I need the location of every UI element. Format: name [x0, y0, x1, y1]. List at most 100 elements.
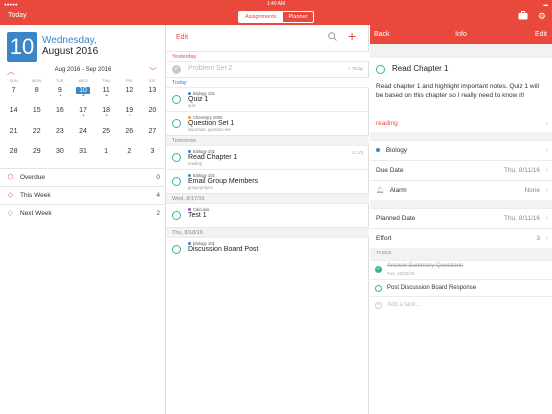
chevron-right-icon: ›: [545, 147, 548, 154]
tag-label: reading: [376, 120, 398, 127]
calendar-day[interactable]: 7: [2, 85, 25, 105]
calendar-day[interactable]: 31: [71, 146, 94, 166]
task-tags: reading: [188, 161, 202, 166]
calendar-day[interactable]: 24: [71, 126, 94, 146]
task-row[interactable]: Chemistry 2000 Question Set 1 important, q…: [166, 111, 369, 135]
summary-label: This Week: [20, 192, 51, 199]
section-header: Wed, 8/17/16: [166, 193, 369, 203]
task-meta: ✓ Today: [347, 66, 363, 71]
due-date-value: Thu, 8/11/16: [503, 167, 540, 174]
day-number: 14: [9, 107, 18, 115]
top-navbar: Today Assignments Planner ⚙: [0, 9, 552, 25]
task-row[interactable]: Biology 101 Email Group Members group-proj…: [166, 169, 369, 193]
weekday-header: SUN MON TUE WED THU FRI SAT: [0, 78, 166, 83]
day-number: 12: [125, 87, 134, 94]
day-number: 16: [55, 107, 64, 115]
calendar-day[interactable]: 27: [141, 126, 164, 146]
calendar-day[interactable]: 30: [48, 146, 71, 166]
next-week-icon: ◇: [7, 210, 14, 217]
calendar-day[interactable]: 26: [118, 126, 141, 146]
status-bar: ●●●●● 1:40 AM ▬: [0, 0, 552, 9]
chevron-right-icon: ›: [545, 187, 548, 194]
task-tag-row[interactable]: reading ›: [370, 116, 552, 132]
alarm-value: None: [524, 187, 540, 194]
calendar-day[interactable]: 12: [118, 85, 141, 105]
checkmark-icon[interactable]: ✓: [375, 266, 382, 273]
today-button[interactable]: Today: [8, 12, 27, 19]
summary-this-week[interactable]: ◇ This Week 4: [0, 186, 166, 204]
calendar-day[interactable]: 29: [25, 146, 48, 166]
complete-checkbox[interactable]: [376, 65, 385, 74]
week-icon: ◇: [7, 192, 14, 199]
chevron-right-icon: ›: [545, 120, 548, 127]
due-date-label: Due Date: [376, 167, 404, 174]
calendar-day[interactable]: 9 •: [48, 85, 71, 105]
subtask-checkbox[interactable]: [375, 285, 382, 292]
day-number: 2: [127, 148, 132, 156]
planned-date-label: Planned Date: [376, 215, 416, 222]
edit-button[interactable]: Edit: [176, 34, 188, 41]
day-number: 25: [102, 127, 111, 135]
day-number: 1: [104, 148, 109, 156]
calendar-day[interactable]: 15: [25, 105, 48, 125]
briefcase-icon[interactable]: [518, 11, 528, 22]
calendar-day[interactable]: 17 •: [71, 105, 94, 125]
alarm-row[interactable]: 🔔︎ Alarm None ›: [370, 180, 552, 200]
calendar-day[interactable]: 8: [25, 85, 48, 105]
calendar-day[interactable]: 28: [2, 146, 25, 166]
section-header: Tomorrow: [166, 135, 369, 145]
calendar-day[interactable]: 19 •: [118, 105, 141, 125]
task-checkbox[interactable]: [172, 153, 181, 162]
calendar-day[interactable]: 21: [2, 126, 25, 146]
day-number: 7: [11, 87, 16, 94]
calendar-day[interactable]: 18 •: [95, 105, 118, 125]
task-row[interactable]: ✓ Problem Set 2 ✓ Today: [166, 61, 369, 77]
calendar-day[interactable]: 14: [2, 105, 25, 125]
task-row[interactable]: Calculus Test 1: [166, 203, 369, 227]
task-checkbox[interactable]: [172, 119, 181, 128]
calendar-day[interactable]: 22: [25, 126, 48, 146]
task-checkbox[interactable]: [172, 95, 181, 104]
calendar-day[interactable]: 11 ••: [95, 85, 118, 105]
task-row[interactable]: Biology 101 Quiz 1 quiz: [166, 87, 369, 111]
info-edit-button[interactable]: Edit: [535, 31, 547, 38]
calendar-day[interactable]: 3: [141, 146, 164, 166]
subtask-item[interactable]: ✓ Answer Summary Questions Tue, 12/22/15: [370, 260, 552, 279]
tab-assignments[interactable]: Assignments: [239, 12, 283, 22]
calendar-day[interactable]: 23: [48, 126, 71, 146]
chevron-down-icon[interactable]: ﹀: [149, 66, 157, 77]
course-color-dot: [188, 174, 191, 178]
summary-count: 2: [156, 210, 160, 217]
calendar-day[interactable]: 13: [141, 85, 164, 105]
subtasks-header: TASKS: [370, 248, 552, 260]
tab-planner[interactable]: Planner: [283, 12, 314, 22]
task-row[interactable]: Biology 101 Discussion Board Post: [166, 237, 369, 261]
search-icon[interactable]: [328, 32, 337, 43]
calendar-day[interactable]: 20: [141, 105, 164, 125]
task-row[interactable]: Biology 101 Read Chapter 1 reading ☑ 1/3: [166, 145, 369, 169]
planned-date-row[interactable]: Planned Date Thu, 8/11/16 ›: [370, 208, 552, 228]
section-header: Thu, 8/18/16: [166, 227, 369, 237]
effort-value: 3: [536, 235, 540, 242]
subtask-item[interactable]: Post Discussion Board Response: [370, 279, 552, 296]
calendar-day[interactable]: 10 ••: [71, 85, 94, 105]
task-checkbox[interactable]: [172, 177, 181, 186]
summary-next-week[interactable]: ◇ Next Week 2: [0, 204, 166, 222]
add-icon[interactable]: +: [348, 28, 356, 44]
course-color-dot: [188, 208, 191, 212]
due-date-row[interactable]: Due Date Thu, 8/11/16 ›: [370, 160, 552, 180]
task-checkbox[interactable]: [172, 245, 181, 254]
alarm-label: Alarm: [389, 187, 407, 194]
calendar-day[interactable]: 25: [95, 126, 118, 146]
spacer: [370, 44, 552, 58]
calendar-day[interactable]: 1: [95, 146, 118, 166]
effort-row[interactable]: Effort 3 ›: [370, 228, 552, 248]
checkmark-icon[interactable]: ✓: [172, 65, 181, 74]
calendar-day[interactable]: 2: [118, 146, 141, 166]
add-task-input[interactable]: + Add a task...: [370, 296, 552, 313]
summary-overdue[interactable]: ⬡ Overdue 0: [0, 168, 166, 186]
gear-icon[interactable]: ⚙: [538, 11, 546, 22]
task-checkbox[interactable]: [172, 211, 181, 220]
calendar-day[interactable]: 16: [48, 105, 71, 125]
course-row[interactable]: Biology ›: [370, 140, 552, 160]
